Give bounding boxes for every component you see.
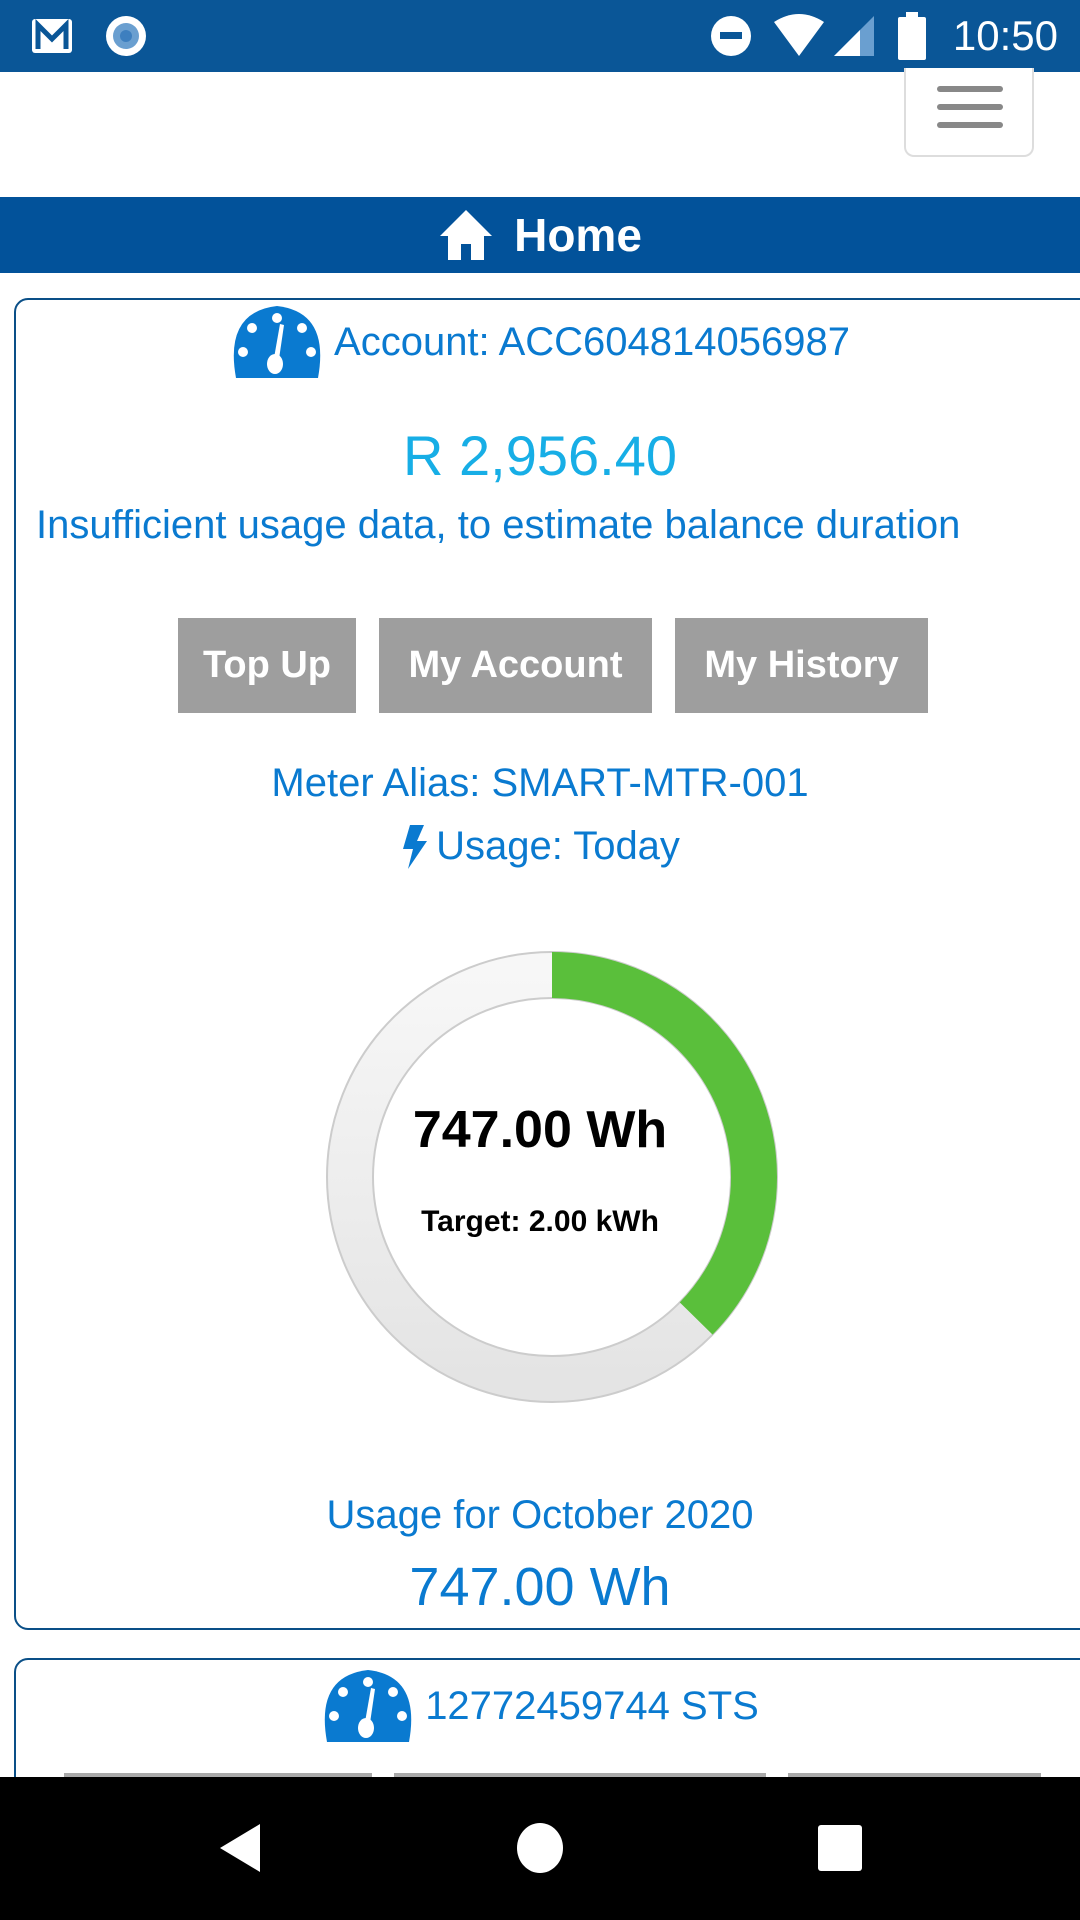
status-bar: 10:50 [0,0,1080,72]
lightning-icon [403,824,428,869]
gauge-inner-edge [372,997,732,1357]
page-title: Home [514,209,642,261]
wifi-icon [774,14,824,56]
recents-icon[interactable] [817,1824,863,1872]
speedometer-icon [324,1670,412,1742]
month-label: Usage for October 2020 [326,1493,754,1537]
gmail-icon [32,18,72,53]
account-row: Account: ACC604814056987 [0,302,1080,382]
signal-icon [834,16,874,56]
meter-label: 12772459744 STS [425,1683,759,1728]
usage-gauge [326,951,778,1403]
hamburger-icon [937,86,1003,92]
gauge-value: 747.00 Wh [412,1101,668,1159]
clock: 10:50 [952,12,1058,59]
record-icon [106,16,146,56]
month-usage: 747.00 Wh [409,1557,671,1617]
hamburger-line [937,122,1003,128]
back-icon[interactable] [216,1822,262,1874]
my-account-button[interactable]: My Account [379,618,652,713]
page-header: Home [0,197,1080,273]
home-nav-icon[interactable] [516,1822,564,1874]
menu-button[interactable] [904,68,1034,157]
usage-period: Usage: Today [0,824,1080,869]
gauge-target: Target: 2.00 kWh [421,1205,659,1238]
home-icon [440,210,493,260]
usage-label: Usage: Today [436,824,680,868]
hamburger-line [937,104,1003,110]
balance-note: Insufficient usage data, to estimate bal… [36,503,961,547]
dnd-icon [711,16,751,56]
account-label: Account: ACC604814056987 [334,319,850,364]
balance: R 2,956.40 [403,424,677,487]
top-up-button[interactable]: Top Up [178,618,356,713]
speedometer-icon [233,306,321,378]
meter-alias: Meter Alias: SMART-MTR-001 [271,761,809,805]
battery-icon [898,12,926,60]
my-history-button[interactable]: My History [675,618,928,713]
navigation-bar [0,1777,1080,1920]
meter-row: 12772459744 STS [0,1666,1080,1746]
